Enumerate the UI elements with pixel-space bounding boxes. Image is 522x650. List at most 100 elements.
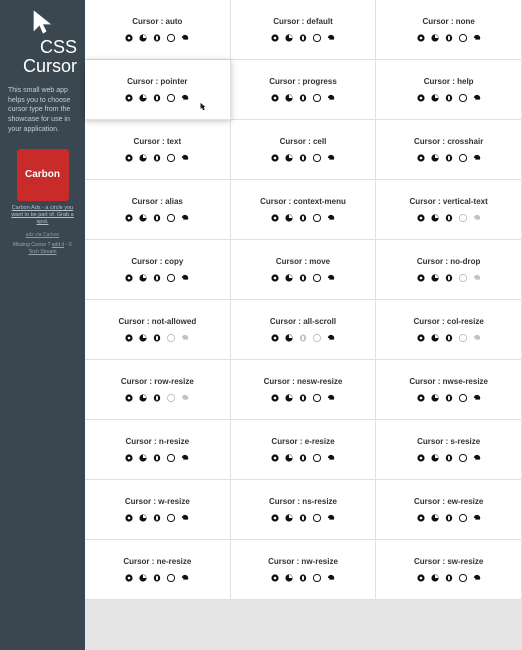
ie-icon xyxy=(327,394,335,402)
safari-icon xyxy=(313,274,321,282)
footer-missing: Missing Cursor ? xyxy=(13,242,51,248)
cursor-cell[interactable]: Cursor : auto xyxy=(85,0,231,60)
sidebar: CSS Cursor This small web app helps you … xyxy=(0,0,85,650)
ie-icon xyxy=(181,574,189,582)
cursor-cell[interactable]: Cursor : ns-resize xyxy=(231,480,377,540)
firefox-icon xyxy=(139,454,147,462)
opera-icon xyxy=(445,454,453,462)
cursor-label: Cursor : sw-resize xyxy=(414,557,483,566)
cursor-cell[interactable]: Cursor : sw-resize xyxy=(376,540,522,600)
firefox-icon xyxy=(431,94,439,102)
chrome-icon xyxy=(125,94,133,102)
cursor-cell[interactable]: Cursor : no-drop xyxy=(376,240,522,300)
cursor-cell[interactable]: Cursor : s-resize xyxy=(376,420,522,480)
ie-icon xyxy=(327,514,335,522)
footer-author-link[interactable]: Tech Stream xyxy=(28,249,56,255)
cursor-cell[interactable]: Cursor : cell xyxy=(231,120,377,180)
cursor-label: Cursor : col-resize xyxy=(414,317,484,326)
browser-support-row xyxy=(271,274,335,282)
cursor-cell[interactable]: Cursor : e-resize xyxy=(231,420,377,480)
browser-support-row xyxy=(125,154,189,162)
cursor-label: Cursor : ne-resize xyxy=(123,557,191,566)
chrome-icon xyxy=(125,574,133,582)
ie-icon xyxy=(327,574,335,582)
firefox-icon xyxy=(431,514,439,522)
safari-icon xyxy=(167,94,175,102)
firefox-icon xyxy=(139,274,147,282)
safari-icon xyxy=(313,34,321,42)
ad-label: Carbon xyxy=(25,169,60,180)
cursor-cell[interactable]: Cursor : ew-resize xyxy=(376,480,522,540)
browser-support-row xyxy=(271,34,335,42)
cursor-cell[interactable]: Cursor : w-resize xyxy=(85,480,231,540)
cursor-label: Cursor : n-resize xyxy=(126,437,190,446)
firefox-icon xyxy=(431,214,439,222)
chrome-icon xyxy=(125,214,133,222)
cursor-cell[interactable]: Cursor : default xyxy=(231,0,377,60)
cursor-cell[interactable]: Cursor : nw-resize xyxy=(231,540,377,600)
opera-icon xyxy=(153,34,161,42)
browser-support-row xyxy=(417,94,481,102)
opera-icon xyxy=(445,274,453,282)
cursor-cell[interactable]: Cursor : none xyxy=(376,0,522,60)
cursor-label: Cursor : pointer xyxy=(127,77,187,86)
opera-icon xyxy=(299,514,307,522)
cursor-label: Cursor : default xyxy=(273,17,333,26)
browser-support-row xyxy=(125,574,189,582)
browser-support-row xyxy=(271,154,335,162)
browser-support-row xyxy=(417,154,481,162)
ie-icon xyxy=(473,514,481,522)
browser-support-row xyxy=(417,214,481,222)
cursor-cell[interactable]: Cursor : alias xyxy=(85,180,231,240)
chrome-icon xyxy=(271,454,279,462)
chrome-icon xyxy=(271,514,279,522)
cursor-cell[interactable]: Cursor : help xyxy=(376,60,522,120)
opera-icon xyxy=(153,214,161,222)
ie-icon xyxy=(181,274,189,282)
browser-support-row xyxy=(125,274,189,282)
cursor-cell[interactable]: Cursor : not-allowed xyxy=(85,300,231,360)
browser-support-row xyxy=(271,574,335,582)
cursor-cell[interactable]: Cursor : nesw-resize xyxy=(231,360,377,420)
opera-icon xyxy=(299,34,307,42)
cursor-cell[interactable]: Cursor : context-menu xyxy=(231,180,377,240)
cursor-cell[interactable]: Cursor : all-scroll xyxy=(231,300,377,360)
ie-icon xyxy=(181,154,189,162)
cursor-cell[interactable]: Cursor : move xyxy=(231,240,377,300)
chrome-icon xyxy=(125,274,133,282)
opera-icon xyxy=(445,154,453,162)
opera-icon xyxy=(299,334,307,342)
opera-icon xyxy=(445,34,453,42)
carbon-ad[interactable]: Carbon xyxy=(17,149,69,201)
browser-support-row xyxy=(271,514,335,522)
footer-add-link[interactable]: add it xyxy=(52,242,64,248)
chrome-icon xyxy=(417,34,425,42)
cursor-cell[interactable]: Cursor : pointer xyxy=(85,60,231,120)
opera-icon xyxy=(153,94,161,102)
firefox-icon xyxy=(285,34,293,42)
ad-caption[interactable]: Carbon Ads - a circle you want to be par… xyxy=(4,205,81,226)
cursor-cell[interactable]: Cursor : vertical-text xyxy=(376,180,522,240)
pointer-cursor-icon xyxy=(198,99,208,109)
cursor-cell[interactable]: Cursor : row-resize xyxy=(85,360,231,420)
cursor-cell[interactable]: Cursor : crosshair xyxy=(376,120,522,180)
firefox-icon xyxy=(431,334,439,342)
opera-icon xyxy=(445,214,453,222)
opera-icon xyxy=(445,574,453,582)
cursor-cell[interactable]: Cursor : n-resize xyxy=(85,420,231,480)
cursor-label: Cursor : row-resize xyxy=(121,377,194,386)
cursor-cell[interactable]: Cursor : nwse-resize xyxy=(376,360,522,420)
cursor-cell[interactable]: Cursor : col-resize xyxy=(376,300,522,360)
cursor-cell[interactable]: Cursor : text xyxy=(85,120,231,180)
opera-icon xyxy=(153,274,161,282)
footer-note: Missing Cursor ? add it - © Tech Stream xyxy=(4,242,81,255)
cursor-cell[interactable]: Cursor : copy xyxy=(85,240,231,300)
chrome-icon xyxy=(417,394,425,402)
ad-via-link[interactable]: ads via Carbon xyxy=(26,232,60,238)
cursor-cell[interactable]: Cursor : progress xyxy=(231,60,377,120)
cursor-cell[interactable]: Cursor : ne-resize xyxy=(85,540,231,600)
browser-support-row xyxy=(271,454,335,462)
ie-icon xyxy=(181,214,189,222)
cursor-label: Cursor : progress xyxy=(269,77,337,86)
firefox-icon xyxy=(431,394,439,402)
